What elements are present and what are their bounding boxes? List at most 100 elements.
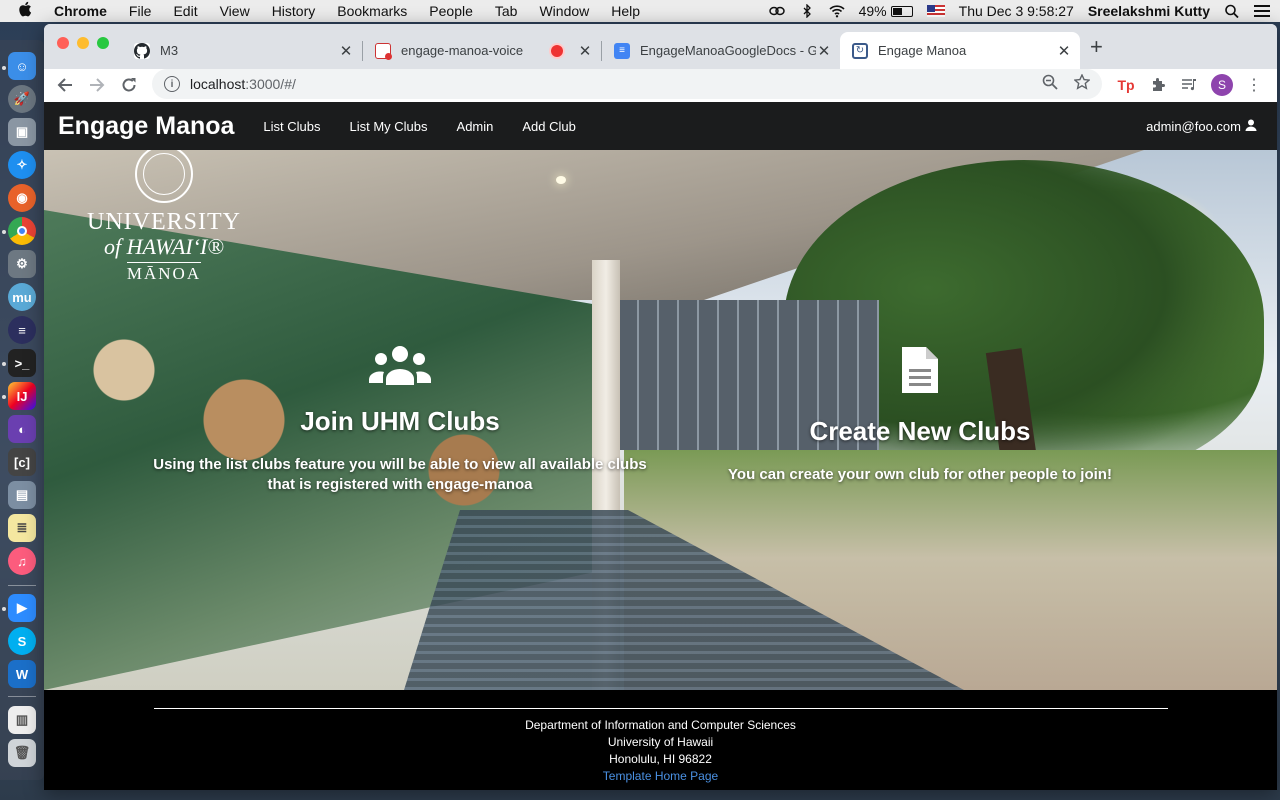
terminal-icon[interactable]: >_ — [8, 349, 36, 377]
footer-department: Department of Information and Computer S… — [525, 718, 796, 732]
zoom-icon[interactable] — [1042, 74, 1058, 94]
dock-separator — [8, 696, 36, 697]
music-icon[interactable]: ♫ — [8, 547, 36, 575]
address-bar[interactable]: i localhost:3000/#/ — [152, 69, 1102, 99]
uh-manoa-logo: UNIVERSITY of HAWAIʻI® MĀNOA — [84, 150, 244, 284]
profile-avatar[interactable]: S — [1211, 74, 1233, 96]
tab-engage-manoa[interactable]: ↻ Engage Manoa ✕ — [840, 32, 1080, 69]
chrome-menu-icon[interactable]: ⋮ — [1243, 74, 1265, 96]
nav-list-clubs[interactable]: List Clubs — [263, 119, 320, 134]
new-tab-button[interactable]: + — [1090, 36, 1103, 58]
webstorm-icon[interactable]: W — [8, 660, 36, 688]
mu-editor-icon[interactable]: mu — [8, 283, 36, 311]
battery-percent: 49% — [858, 3, 887, 19]
menu-tab[interactable]: Tab — [495, 3, 518, 19]
footer-address: Honolulu, HI 96822 — [609, 752, 712, 766]
menu-file[interactable]: File — [129, 3, 152, 19]
hero-banner: UNIVERSITY of HAWAIʻI® MĀNOA Join UHM Cl… — [44, 150, 1277, 690]
menubar-status-area: 49% Thu Dec 3 9:58:27 Sreelakshmi Kutty — [768, 0, 1270, 22]
menu-app-name[interactable]: Chrome — [54, 3, 107, 19]
menu-edit[interactable]: Edit — [173, 3, 197, 19]
menu-people[interactable]: People — [429, 3, 473, 19]
tab-title: EngageManoaGoogleDocs - Go — [640, 43, 816, 58]
user-dropdown[interactable]: admin@foo.com — [1146, 119, 1257, 134]
site-info-icon[interactable]: i — [164, 76, 180, 92]
menu-window[interactable]: Window — [539, 3, 589, 19]
codeclimate-icon[interactable]: [c] — [8, 448, 36, 476]
uh-seal-icon — [135, 150, 193, 203]
back-icon[interactable] — [53, 73, 77, 97]
file-text-icon — [670, 345, 1170, 400]
recording-indicator-icon — [551, 44, 563, 57]
feature-join-clubs: Join UHM Clubs Using the list clubs feat… — [150, 345, 650, 495]
input-source-flag-icon[interactable] — [926, 5, 945, 17]
system-preferences-icon[interactable]: ⚙ — [8, 250, 36, 278]
skype-icon[interactable]: S — [8, 627, 36, 655]
tab-engagemanoa-googledocs[interactable]: ≡ EngageManoaGoogleDocs - Go ✕ — [602, 32, 840, 69]
close-tab-icon[interactable]: ✕ — [816, 42, 832, 60]
chrome-icon[interactable] — [8, 217, 36, 245]
launchpad-icon[interactable]: 🚀 — [8, 85, 36, 113]
firefox-icon[interactable]: ◉ — [8, 184, 36, 212]
user-icon — [1245, 119, 1257, 134]
zoom-icon[interactable]: ▶ — [8, 594, 36, 622]
nav-add-club[interactable]: Add Club — [522, 119, 575, 134]
tp-extension-icon[interactable]: Tp — [1115, 74, 1137, 96]
url-host: localhost — [190, 76, 246, 92]
intellij-icon[interactable]: IJ — [8, 382, 36, 410]
running-indicator — [2, 230, 6, 234]
minimize-window-button[interactable] — [77, 37, 89, 49]
menu-view[interactable]: View — [220, 3, 250, 19]
eclipse-icon[interactable]: ≡ — [8, 316, 36, 344]
trash-icon[interactable]: 🗑 — [8, 739, 36, 767]
bookmark-star-icon[interactable] — [1073, 73, 1091, 94]
notes-icon[interactable]: ≣ — [8, 514, 36, 542]
dock: ☺ 🚀 ▣ ✧ ◉ ⚙ mu ≡ >_ IJ ◐ [c] ▤ ≣ ♫ ▶ S W… — [0, 40, 44, 780]
tab-title: M3 — [160, 43, 179, 58]
feature-title: Join UHM Clubs — [300, 406, 500, 436]
tab-title: Engage Manoa — [878, 43, 967, 58]
creative-cloud-icon[interactable] — [768, 4, 785, 18]
app-favicon: ↻ — [852, 42, 868, 59]
github-icon — [134, 42, 150, 59]
preview-icon[interactable]: ▤ — [8, 481, 36, 509]
menubar-user[interactable]: Sreelakshmi Kutty — [1088, 3, 1210, 19]
menu-help[interactable]: Help — [611, 3, 640, 19]
nav-admin[interactable]: Admin — [457, 119, 494, 134]
close-window-button[interactable] — [57, 37, 69, 49]
maximize-window-button[interactable] — [97, 37, 109, 49]
running-indicator — [2, 607, 6, 611]
safari-icon[interactable]: ✧ — [8, 151, 36, 179]
github-desktop-icon[interactable]: ◐ — [8, 415, 36, 443]
spotlight-search-icon[interactable] — [1224, 4, 1240, 19]
wifi-icon[interactable] — [829, 4, 845, 18]
nav-list-my-clubs[interactable]: List My Clubs — [350, 119, 428, 134]
finder-icon[interactable]: ☺ — [8, 52, 36, 80]
image-capture-icon[interactable]: ▣ — [8, 118, 36, 146]
extensions-puzzle-icon[interactable] — [1147, 74, 1169, 96]
close-tab-icon[interactable]: ✕ — [338, 42, 354, 60]
tab-m3[interactable]: M3 ✕ — [122, 32, 362, 69]
template-home-page-link[interactable]: Template Home Page — [44, 768, 1277, 785]
tab-engage-manoa-voice[interactable]: engage-manoa-voice ✕ — [363, 32, 601, 69]
brand-title[interactable]: Engage Manoa — [58, 112, 234, 141]
running-indicator — [2, 395, 6, 399]
close-tab-icon[interactable]: ✕ — [577, 42, 593, 60]
dock-separator — [8, 585, 36, 586]
background-lamp — [556, 176, 566, 184]
menu-bookmarks[interactable]: Bookmarks — [337, 3, 407, 19]
downloads-stack-icon[interactable]: ▥ — [8, 706, 36, 734]
apple-icon[interactable] — [18, 1, 40, 21]
menu-history[interactable]: History — [272, 3, 316, 19]
feature-title: Create New Clubs — [809, 416, 1031, 446]
menubar-clock[interactable]: Thu Dec 3 9:58:27 — [959, 3, 1074, 19]
forward-icon[interactable] — [85, 73, 109, 97]
battery-icon — [890, 5, 913, 17]
media-controls-icon[interactable] — [1178, 74, 1200, 96]
reload-icon[interactable] — [117, 73, 141, 97]
battery-indicator[interactable]: 49% — [859, 3, 913, 19]
tab-title: engage-manoa-voice — [401, 43, 524, 58]
notification-center-icon[interactable] — [1254, 5, 1270, 17]
bluetooth-icon[interactable] — [799, 3, 815, 19]
close-tab-icon[interactable]: ✕ — [1056, 42, 1072, 60]
